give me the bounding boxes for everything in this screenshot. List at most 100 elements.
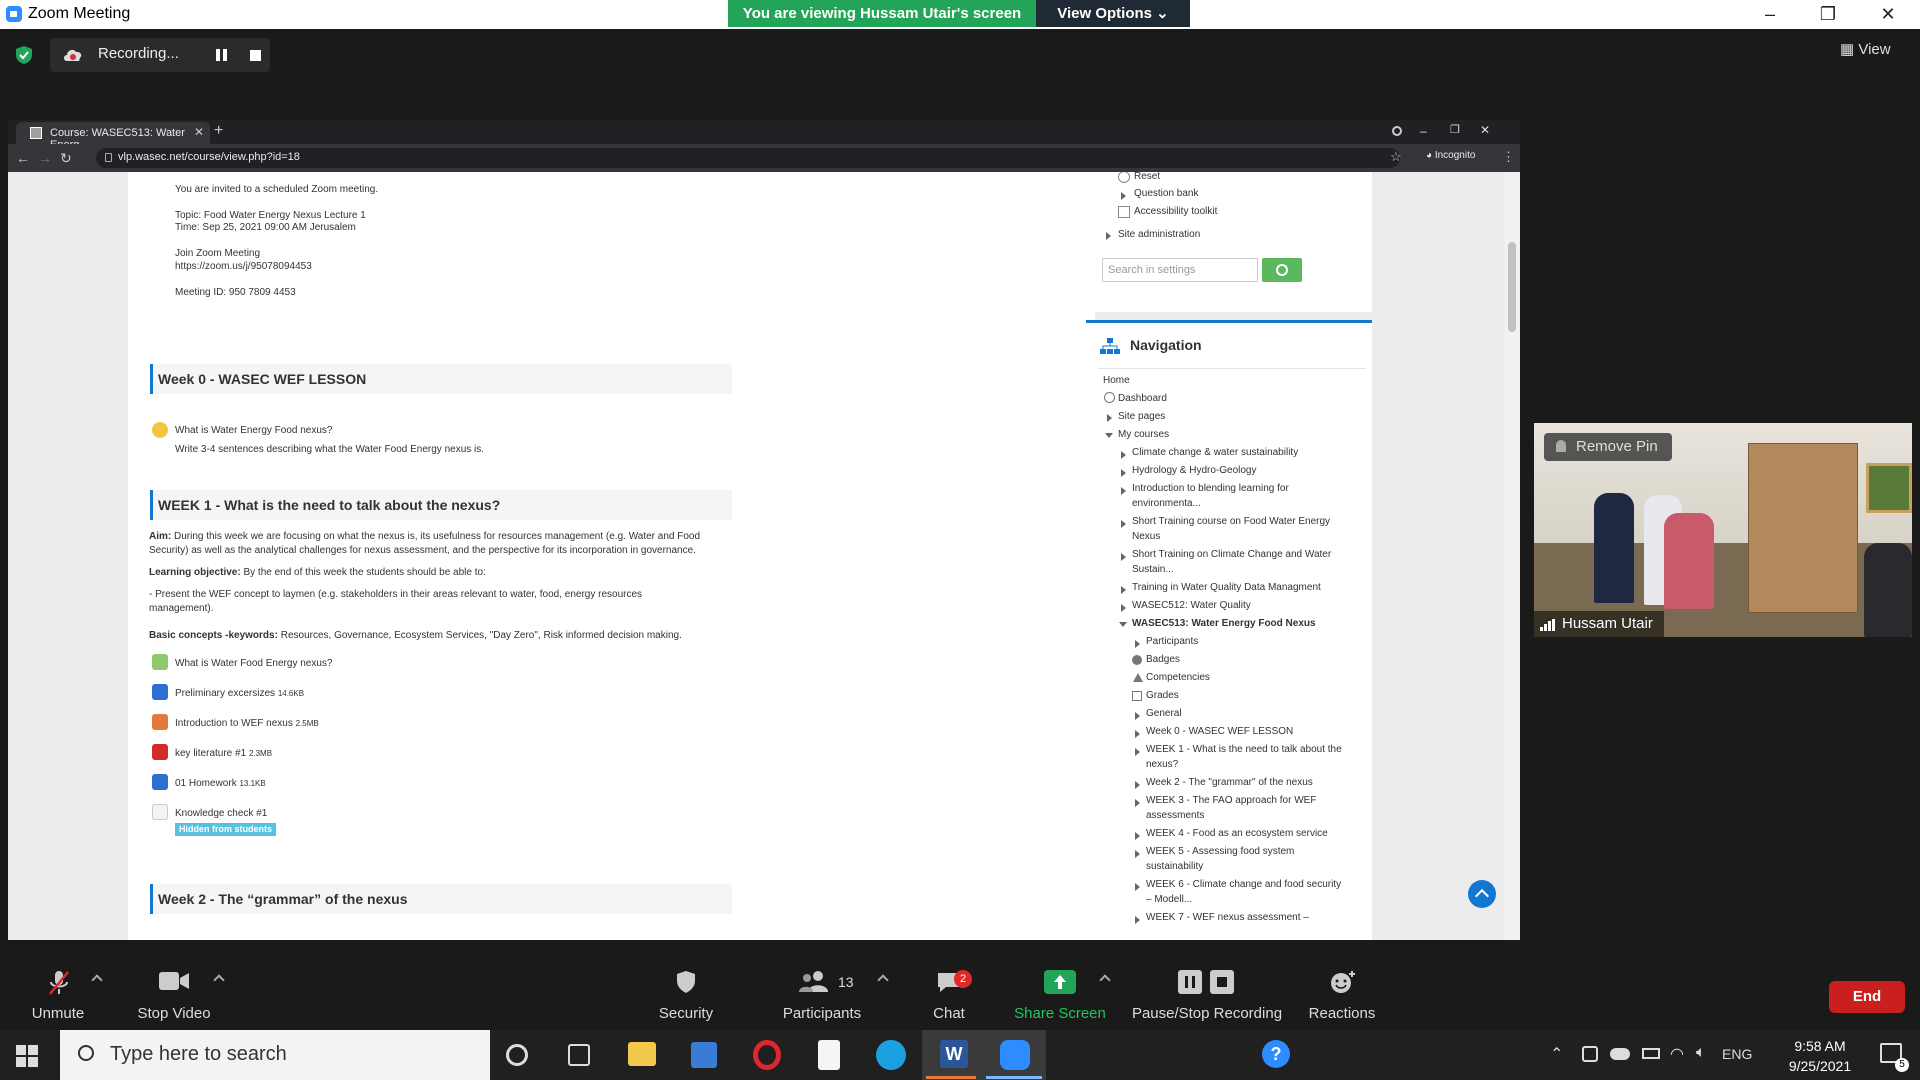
taskbar-search-input[interactable]: Type here to search: [60, 1030, 490, 1080]
nav-section-cont[interactable]: nexus?: [1146, 759, 1178, 770]
nav-current-course[interactable]: WASEC513: Water Energy Food Nexus: [1132, 618, 1316, 629]
unmute-button[interactable]: Unmute: [18, 940, 98, 1030]
activity-link[interactable]: key literature #1 2.3MB: [175, 748, 272, 759]
nav-section[interactable]: WEEK 6 - Climate change and food securit…: [1146, 879, 1341, 890]
settings-search-input[interactable]: Search in settings: [1102, 258, 1258, 282]
show-hidden-icons-chevron[interactable]: ⌃: [1550, 1044, 1563, 1064]
settings-item[interactable]: Reset: [1134, 172, 1160, 182]
onedrive-cloud-icon[interactable]: [1610, 1048, 1630, 1060]
nav-course[interactable]: WASEC512: Water Quality: [1132, 600, 1251, 611]
windows-start-icon[interactable]: [16, 1045, 38, 1067]
browser-restore-icon[interactable]: ❐: [1450, 123, 1460, 136]
zoom-link[interactable]: https://zoom.us/j/95078094453: [175, 261, 312, 272]
search-icon[interactable]: [1262, 258, 1302, 282]
browser-close-icon[interactable]: ✕: [1480, 123, 1490, 137]
zoom-taskbar-icon[interactable]: [1000, 1040, 1030, 1070]
expand-arrow-icon[interactable]: [1135, 883, 1140, 891]
site-administration-link[interactable]: Site administration: [1118, 229, 1200, 240]
browser-menu-icon[interactable]: ⋮: [1502, 149, 1515, 165]
nav-dashboard[interactable]: Dashboard: [1118, 393, 1167, 404]
nav-section[interactable]: WEEK 4 - Food as an ecosystem service: [1146, 828, 1328, 839]
record-extension-icon[interactable]: [1392, 126, 1402, 136]
url-input[interactable]: vlp.wasec.net/course/view.php?id=18: [96, 148, 1400, 168]
participant-video-tile[interactable]: Remove Pin Hussam Utair: [1534, 423, 1912, 637]
task-view-icon[interactable]: [568, 1044, 590, 1066]
nav-section[interactable]: Week 0 - WASEC WEF LESSON: [1146, 726, 1293, 737]
reload-icon[interactable]: ↻: [60, 150, 72, 167]
meet-now-icon[interactable]: [1582, 1046, 1598, 1062]
close-button[interactable]: ✕: [1868, 3, 1908, 25]
nav-site-pages[interactable]: Site pages: [1118, 411, 1165, 422]
share-screen-button[interactable]: Share Screen: [1010, 940, 1110, 1030]
nav-competencies[interactable]: Competencies: [1146, 672, 1210, 683]
nav-section[interactable]: General: [1146, 708, 1182, 719]
nav-section[interactable]: WEEK 1 - What is the need to talk about …: [1146, 744, 1342, 755]
activity-link[interactable]: What is Water Food Energy nexus?: [175, 658, 332, 669]
input-language[interactable]: ENG: [1722, 1046, 1752, 1062]
chat-button[interactable]: Chat: [918, 940, 980, 1030]
nav-course-cont[interactable]: environmenta...: [1132, 498, 1201, 509]
nav-my-courses[interactable]: My courses: [1118, 429, 1169, 440]
nav-section[interactable]: WEEK 3 - The FAO approach for WEF: [1146, 795, 1316, 806]
expand-arrow-icon[interactable]: [1135, 916, 1140, 924]
remove-pin-button[interactable]: Remove Pin: [1544, 433, 1672, 461]
nav-course-cont[interactable]: Sustain...: [1132, 564, 1174, 575]
expand-arrow-icon[interactable]: [1135, 730, 1140, 738]
nav-course[interactable]: Training in Water Quality Data Managment: [1132, 582, 1321, 593]
expand-arrow-icon[interactable]: [1135, 832, 1140, 840]
section-week2-title[interactable]: Week 2 - The “grammar” of the nexus: [150, 884, 732, 914]
nav-home[interactable]: Home: [1103, 375, 1130, 386]
expand-arrow-icon[interactable]: [1107, 414, 1112, 422]
reactions-button[interactable]: Reactions: [1302, 940, 1382, 1030]
stop-video-button[interactable]: Stop Video: [128, 940, 220, 1030]
browser-tab[interactable]: Course: WASEC513: Water Energ ✕: [16, 122, 210, 151]
nav-badges[interactable]: Badges: [1146, 654, 1180, 665]
taskbar-clock[interactable]: 9:58 AM 9/25/2021: [1770, 1036, 1870, 1076]
help-icon[interactable]: ?: [1262, 1040, 1290, 1068]
incognito-indicator[interactable]: ◕ Incognito: [1426, 150, 1475, 161]
wifi-icon[interactable]: ◠: [1670, 1044, 1684, 1064]
activity-link[interactable]: Knowledge check #1: [175, 808, 267, 819]
settings-item[interactable]: Accessibility toolkit: [1134, 206, 1217, 217]
nav-course-cont[interactable]: Nexus: [1132, 531, 1160, 542]
expand-arrow-icon[interactable]: [1135, 781, 1140, 789]
activity-link[interactable]: 01 Homework 13.1KB: [175, 778, 266, 789]
maximize-button[interactable]: ❐: [1808, 3, 1848, 25]
minimize-button[interactable]: –: [1750, 3, 1790, 25]
volume-icon[interactable]: 🔈︎: [1696, 1044, 1706, 1062]
file-explorer-icon[interactable]: [628, 1042, 656, 1066]
nav-section-cont[interactable]: sustainability: [1146, 861, 1203, 872]
edge-browser-icon[interactable]: [876, 1040, 906, 1070]
nav-participants[interactable]: Participants: [1146, 636, 1198, 647]
cortana-icon[interactable]: [506, 1044, 528, 1066]
view-options-button[interactable]: View Options ⌄: [1036, 0, 1190, 27]
settings-item[interactable]: Question bank: [1134, 188, 1199, 199]
expand-arrow-icon[interactable]: [1121, 192, 1126, 200]
participants-options-caret[interactable]: [877, 974, 889, 986]
word-icon[interactable]: W: [940, 1040, 968, 1068]
bookmark-star-icon[interactable]: ☆: [1390, 149, 1402, 165]
browser-minimize-icon[interactable]: –: [1420, 124, 1427, 138]
section-week0-title[interactable]: Week 0 - WASEC WEF LESSON: [150, 364, 732, 394]
participants-button[interactable]: 13 Participants: [772, 940, 872, 1030]
nav-course[interactable]: Climate change & water sustainability: [1132, 447, 1298, 458]
stop-recording-icon[interactable]: [250, 50, 261, 61]
expand-arrow-icon[interactable]: [1135, 799, 1140, 807]
section-week1-title[interactable]: WEEK 1 - What is the need to talk about …: [150, 490, 732, 520]
pause-recording-icon[interactable]: [216, 49, 228, 61]
expand-arrow-icon[interactable]: [1135, 712, 1140, 720]
expand-arrow-icon[interactable]: [1135, 748, 1140, 756]
collapse-arrow-icon[interactable]: [1119, 622, 1127, 627]
forward-arrow-icon[interactable]: →: [38, 150, 52, 166]
notepad-icon[interactable]: [818, 1040, 840, 1070]
opera-browser-icon[interactable]: [753, 1040, 781, 1070]
nav-section[interactable]: WEEK 5 - Assessing food system: [1146, 846, 1294, 857]
scrollbar-thumb[interactable]: [1508, 242, 1516, 332]
encryption-shield-icon[interactable]: [14, 45, 34, 65]
nav-course[interactable]: Short Training course on Food Water Ener…: [1132, 516, 1330, 527]
expand-arrow-icon[interactable]: [1135, 850, 1140, 858]
expand-arrow-icon[interactable]: [1121, 604, 1126, 612]
expand-arrow-icon[interactable]: [1121, 469, 1126, 477]
activity-link[interactable]: What is Water Energy Food nexus?: [175, 425, 332, 436]
activity-link[interactable]: Preliminary excersizes 14.6KB: [175, 688, 304, 699]
